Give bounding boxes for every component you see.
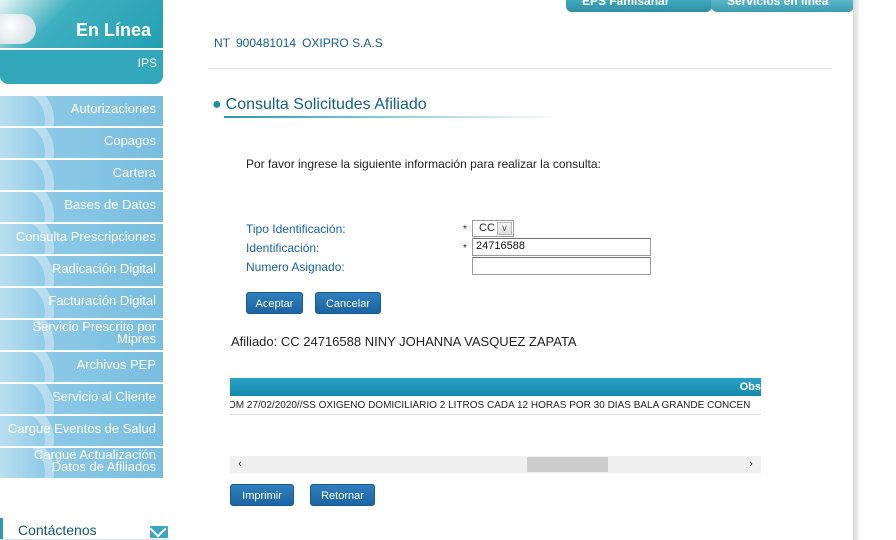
sidebar-item-label: Copagos	[103, 133, 156, 148]
tab-servicios-en-linea[interactable]: Servicios en línea	[711, 0, 854, 12]
logo-footer	[0, 76, 163, 84]
tipo-identificacion-select[interactable]: CC ∨	[472, 220, 514, 237]
horizontal-scrollbar[interactable]: ‹ ›	[230, 456, 761, 473]
table-row[interactable]: OM 27/02/2020//SS OXIGENO DOMICILIARIO 2…	[230, 397, 761, 415]
sidebar-item-radicacion-digital[interactable]: Radicación Digital	[0, 256, 163, 286]
hand-icon	[0, 14, 36, 44]
logo-title: En Línea	[75, 20, 151, 40]
sidebar-item-label: Autorizaciones	[70, 101, 156, 116]
sidebar-item-cargue-actualizacion[interactable]: Cargue Actualización Datos de Afiliados	[0, 448, 163, 478]
sidebar-item-label: Bases de Datos	[64, 197, 156, 212]
nit-label: NT	[214, 36, 230, 50]
page-edge	[853, 0, 896, 540]
grid-header-obs: Obs	[739, 381, 761, 393]
page-shadow	[853, 0, 859, 540]
sidebar-item-label: Cartera	[112, 165, 156, 180]
numero-asignado-input[interactable]	[472, 257, 651, 275]
sidebar-item-label: Cargue Actualización Datos de Afiliados	[33, 448, 156, 474]
required-mark: *	[463, 243, 467, 254]
aceptar-button[interactable]: Aceptar	[246, 292, 303, 314]
section-underline	[224, 116, 564, 118]
cancelar-button[interactable]: Cancelar	[315, 292, 381, 314]
company-name: OXIPRO S.A.S	[302, 36, 383, 50]
chevron-left-icon[interactable]: ‹	[232, 456, 248, 473]
sidebar-item-consulta-prescripciones[interactable]: Consulta Prescripciones	[0, 224, 163, 254]
tipo-identificacion-value: CC	[479, 222, 495, 234]
sidebar-item-label: Consulta Prescripciones	[15, 229, 156, 244]
retornar-button[interactable]: Retornar	[310, 484, 375, 506]
grid-header: Obs	[230, 378, 761, 396]
sidebar-item-autorizaciones[interactable]: Autorizaciones	[0, 96, 163, 126]
section-title: ● Consulta Solicitudes Afiliado	[212, 96, 427, 114]
tab-eps-famisanar[interactable]: EPS Famisanar	[566, 0, 712, 12]
sidebar-item-facturacion-digital[interactable]: Facturación Digital	[0, 288, 163, 318]
required-mark: *	[463, 224, 467, 235]
contact-link[interactable]: Contáctenos	[0, 516, 170, 540]
tab-eps-famisanar-label: EPS Famisanar	[582, 0, 670, 8]
imprimir-button[interactable]: Imprimir	[230, 484, 294, 506]
chevron-down-icon: ∨	[497, 222, 512, 235]
scrollbar-thumb[interactable]	[527, 457, 608, 472]
sidebar-item-bases-de-datos[interactable]: Bases de Datos	[0, 192, 163, 222]
sidebar-menu: Autorizaciones Copagos Cartera Bases de …	[0, 96, 163, 480]
sidebar-item-label: Archivos PEP	[76, 357, 156, 372]
sidebar-item-cargue-eventos-salud[interactable]: Cargue Eventos de Salud	[0, 416, 163, 446]
section-title-text: Consulta Solicitudes Afiliado	[225, 96, 427, 113]
sidebar-item-label: Radicación Digital	[51, 261, 156, 276]
logo-subtitle: IPS	[0, 50, 163, 76]
afiliado-info: Afiliado: CC 24716588 NINY JOHANNA VASQU…	[231, 334, 577, 349]
company-info: NT 900481014 OXIPRO S.A.S	[214, 36, 389, 50]
mail-icon	[150, 526, 168, 538]
sidebar-item-label: Cargue Eventos de Salud	[7, 421, 156, 436]
identificacion-input[interactable]: 24716588	[472, 238, 651, 256]
chevron-right-icon[interactable]: ›	[743, 456, 759, 473]
tipo-identificacion-label: Tipo Identificación:	[246, 222, 346, 236]
sidebar-item-copagos[interactable]: Copagos	[0, 128, 163, 158]
tab-servicios-label: Servicios en línea	[727, 0, 829, 8]
identificacion-label: Identificación:	[246, 241, 320, 255]
table-cell: OM 27/02/2020//SS OXIGENO DOMICILIARIO 2…	[230, 400, 751, 411]
sidebar-item-servicio-al-cliente[interactable]: Servicio al Cliente	[0, 384, 163, 414]
sidebar-item-cartera[interactable]: Cartera	[0, 160, 163, 190]
bullet-icon: ●	[212, 96, 222, 113]
logo: En Línea IPS	[0, 0, 163, 84]
results-grid: Obs OM 27/02/2020//SS OXIGENO DOMICILIAR…	[230, 378, 761, 460]
sidebar-item-label: Servicio al Cliente	[51, 389, 156, 404]
sidebar-item-label: Servicio Prescrito por Mipres	[32, 320, 156, 346]
contact-label: Contáctenos	[18, 522, 97, 538]
numero-asignado-label: Numero Asignado:	[246, 260, 345, 274]
sidebar-item-label: Facturación Digital	[48, 293, 156, 308]
sidebar-item-archivos-pep[interactable]: Archivos PEP	[0, 352, 163, 382]
header-divider	[208, 68, 832, 69]
contact-accent-bar	[0, 518, 3, 540]
instructions-text: Por favor ingrese la siguiente informaci…	[246, 157, 601, 171]
sidebar-item-servicio-prescrito-mipres[interactable]: Servicio Prescrito por Mipres	[0, 320, 163, 350]
nit-value: 900481014	[236, 36, 297, 50]
